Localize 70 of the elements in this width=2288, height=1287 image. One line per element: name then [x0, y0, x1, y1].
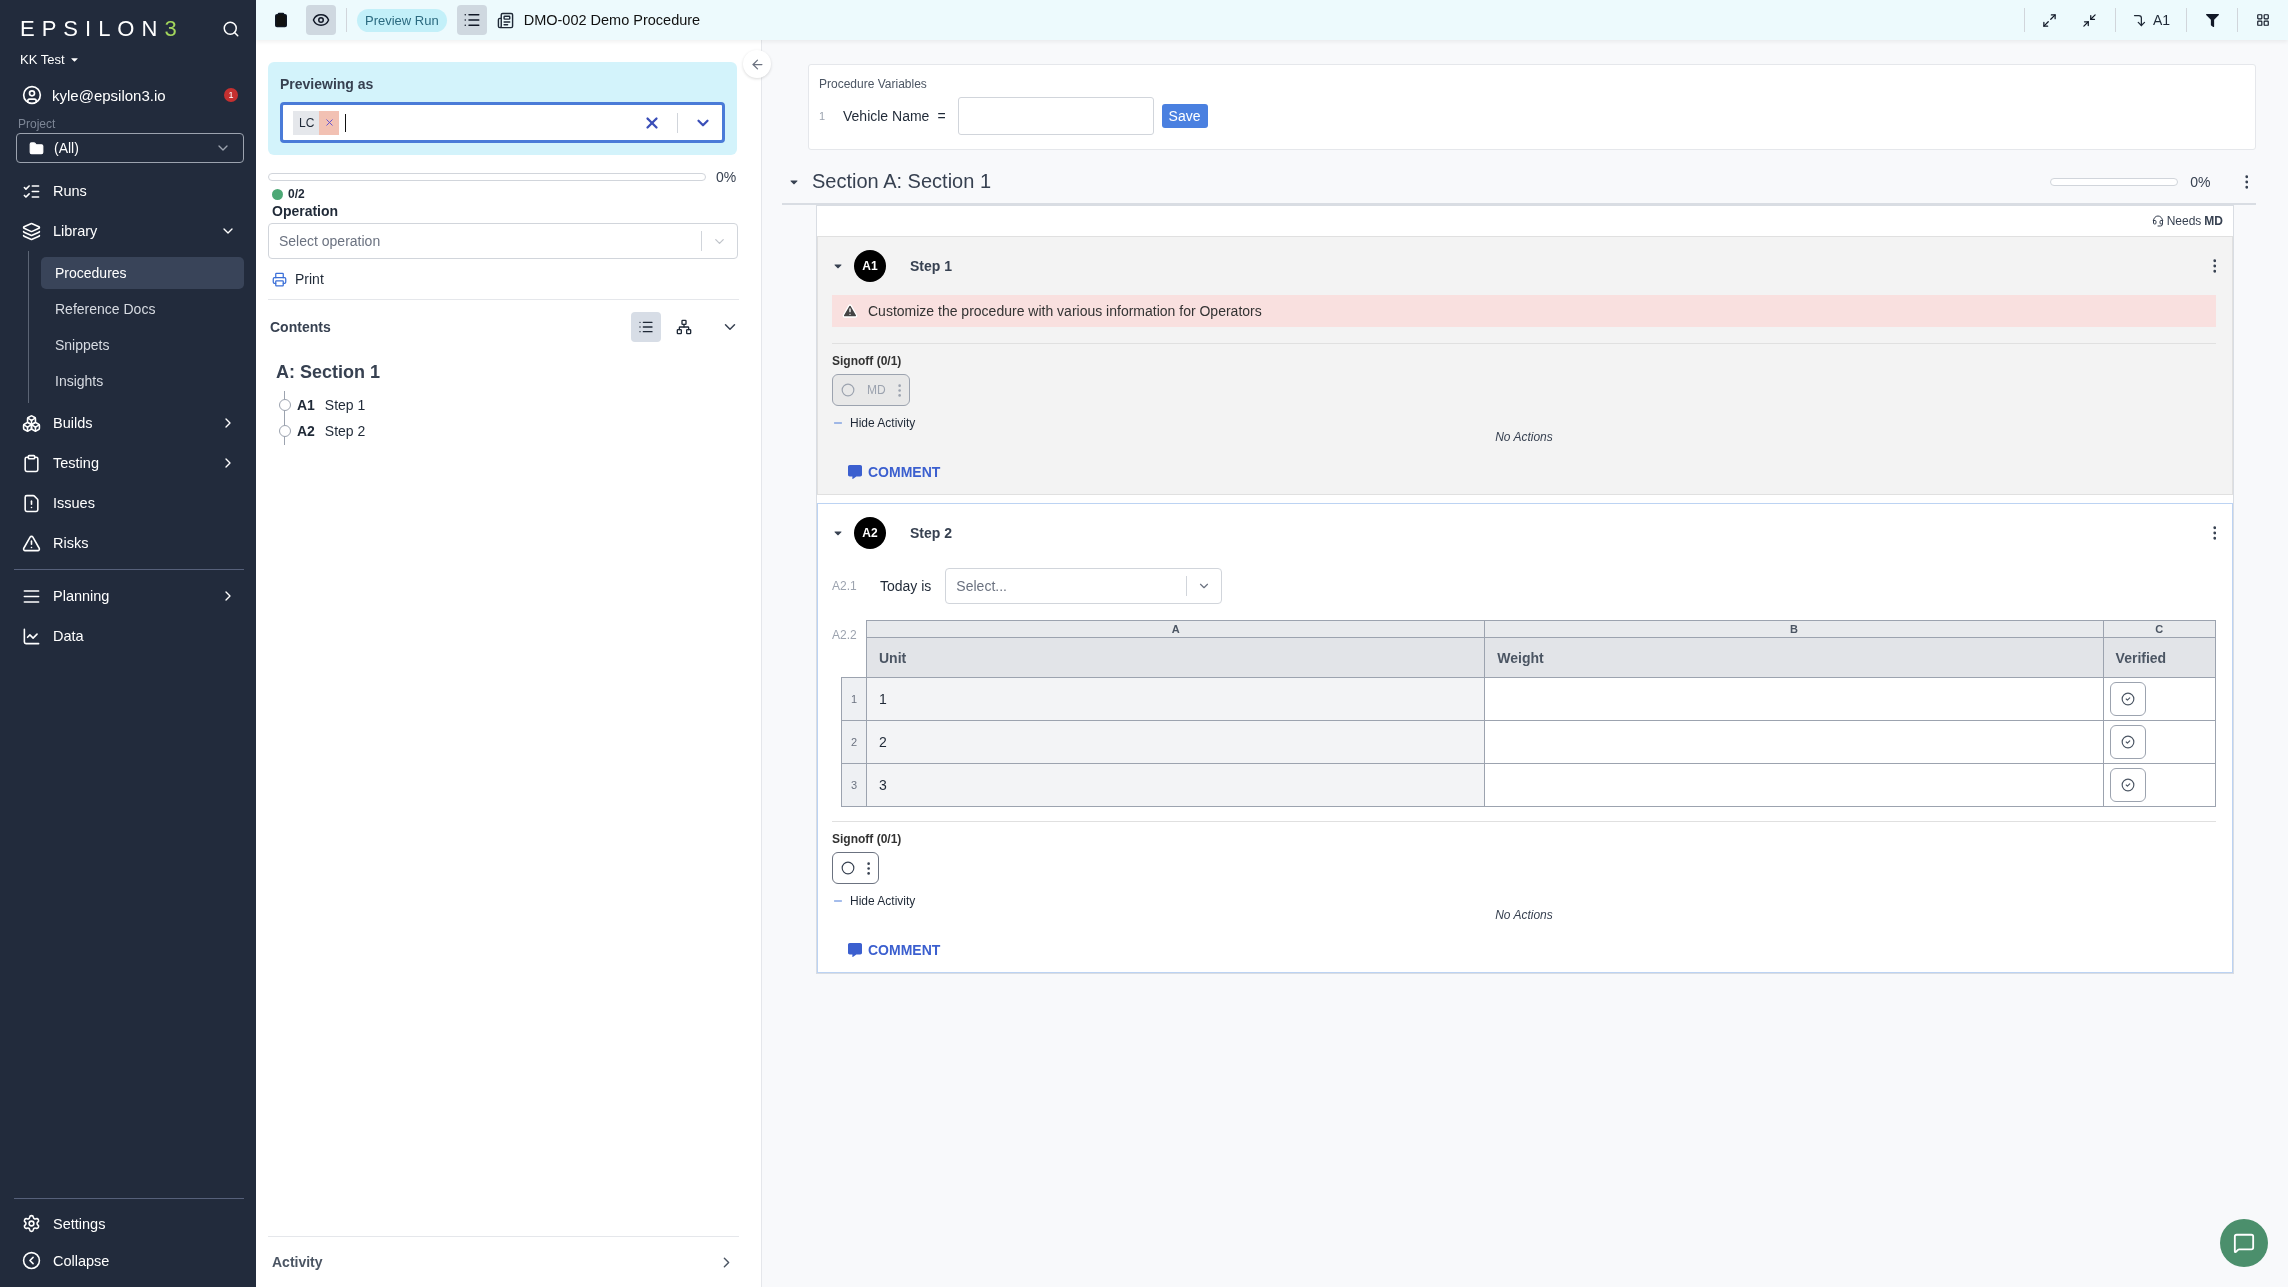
notification-badge: 1: [224, 88, 238, 102]
print-button[interactable]: Print: [272, 271, 749, 287]
table-cell: 1: [866, 677, 1485, 721]
workspace-dropdown[interactable]: KK Test: [14, 42, 244, 67]
variable-name: Vehicle Name: [843, 108, 930, 124]
column-header: Unit: [866, 637, 1485, 678]
column-header: Verified: [2103, 637, 2216, 678]
table-cell: 3: [866, 763, 1485, 807]
nav-item[interactable]: Testing: [14, 443, 244, 483]
column-header: Weight: [1484, 637, 2104, 678]
row-number: 1: [841, 677, 867, 721]
nav-item[interactable]: Collapse: [14, 1242, 244, 1279]
signoff-label: Signoff (0/1): [832, 832, 903, 846]
nav-item[interactable]: Data: [14, 616, 244, 656]
save-button[interactable]: Save: [1161, 104, 1208, 128]
alert-text: Customize the procedure with various information for Operators: [868, 303, 1262, 319]
operation-label: Operation: [271, 203, 340, 219]
mode-badge: Preview Run: [357, 8, 447, 32]
user-email[interactable]: kyle@epsilon3.io: [52, 86, 166, 104]
hide-activity-toggle[interactable]: Hide Activity: [832, 894, 2216, 908]
nav-item[interactable]: Planning: [14, 576, 244, 616]
step-number: A2: [854, 517, 886, 549]
contents-step[interactable]: A2 Step 2: [279, 423, 749, 439]
jump-button[interactable]: A1: [2125, 5, 2176, 35]
select-field[interactable]: Select...: [945, 568, 1223, 604]
contents-section[interactable]: A: Section 1: [276, 362, 749, 383]
nav-item[interactable]: Runs: [14, 171, 244, 211]
block-index: A2.1: [832, 579, 858, 593]
row-number: 2: [841, 720, 867, 764]
empty-activity-text: No Actions: [1494, 908, 1554, 922]
preview-label: Previewing as: [280, 76, 375, 92]
role-tag: LC: [293, 110, 340, 135]
project-label: Project: [17, 117, 57, 131]
column-letter: A: [866, 620, 1485, 638]
nav-subitem[interactable]: Insights: [41, 365, 244, 397]
column-letter: B: [1484, 620, 2104, 638]
section-title: Section A: Section 1: [812, 170, 992, 193]
activity-toggle[interactable]: Activity: [268, 1236, 739, 1287]
nav-item[interactable]: Builds: [14, 403, 244, 443]
comment-button[interactable]: COMMENT: [848, 942, 941, 958]
nav-item[interactable]: Risks: [14, 523, 244, 563]
role-select[interactable]: LC: [280, 102, 725, 143]
variable-index: 1: [819, 110, 827, 122]
step-count: 0/2: [288, 187, 305, 201]
block-index: A2.2: [832, 628, 858, 642]
nav-item[interactable]: Issues: [14, 483, 244, 523]
nav-item[interactable]: Library: [14, 211, 244, 251]
field-label: Today is: [880, 578, 932, 594]
column-letter: C: [2103, 620, 2216, 638]
progress-percent: 0%: [2190, 173, 2211, 190]
step-number: A1: [854, 250, 886, 282]
row-number: 3: [841, 763, 867, 807]
table-cell: 2: [866, 720, 1485, 764]
contents-title: Contents: [270, 319, 332, 335]
equals-sign: =: [937, 108, 946, 124]
empty-activity-text: No Actions: [1494, 430, 1554, 444]
variables-title: Procedure Variables: [819, 77, 928, 91]
nav-subitem[interactable]: Reference Docs: [41, 293, 244, 325]
nav-subitem[interactable]: Snippets: [41, 329, 244, 361]
procedure-title: DMO-002 Demo Procedure: [523, 12, 701, 28]
operation-select[interactable]: Select operation: [268, 223, 738, 259]
progress-percent: 0%: [716, 169, 737, 185]
project-select[interactable]: (All): [16, 133, 244, 163]
contents-step[interactable]: A1 Step 1: [279, 397, 749, 413]
needs-role: Needs MD: [2151, 214, 2223, 228]
nav-item[interactable]: Settings: [14, 1205, 244, 1242]
nav-subitem[interactable]: Procedures: [41, 257, 244, 289]
step-title: Step 1: [910, 258, 953, 274]
step-title: Step 2: [910, 525, 953, 541]
signoff-label: Signoff (0/1): [832, 354, 903, 368]
